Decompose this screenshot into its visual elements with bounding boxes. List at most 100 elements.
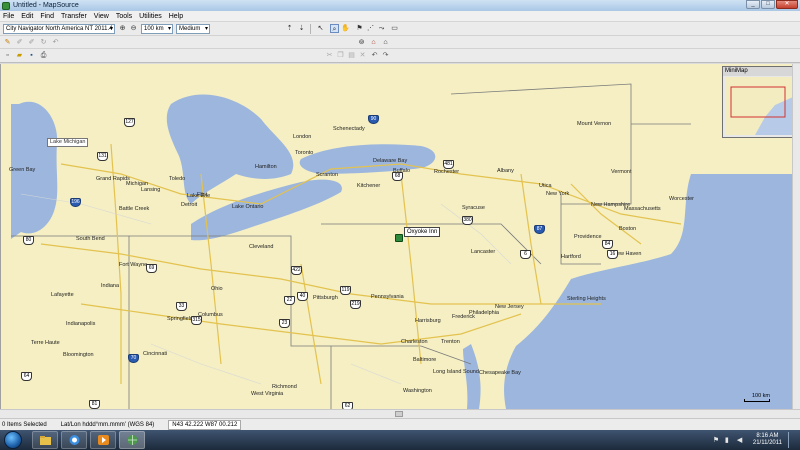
highway-shield: 62 <box>342 402 353 409</box>
redo-icon[interactable]: ↷ <box>381 51 390 60</box>
open-folder-icon[interactable]: ▰ <box>15 51 24 60</box>
place-label: Albany <box>497 168 514 174</box>
draw-icon[interactable]: ✐ <box>15 38 24 47</box>
minimize-button[interactable]: _ <box>746 0 760 9</box>
vertical-scrollbar[interactable] <box>792 64 800 409</box>
erase-icon[interactable]: ✐ <box>27 38 36 47</box>
print-icon[interactable]: ⎙ <box>39 51 48 60</box>
receive-from-device-icon[interactable]: ⇣ <box>297 24 306 33</box>
binoculars-icon[interactable]: ⊚ <box>357 38 366 47</box>
highway-shield: 422 <box>291 266 302 275</box>
highway-shield: 22 <box>284 296 295 305</box>
undo-icon[interactable]: ↶ <box>370 51 379 60</box>
menu-file[interactable]: File <box>3 13 14 20</box>
show-desktop-button[interactable] <box>788 432 794 448</box>
folder-icon <box>40 436 51 445</box>
menu-transfer[interactable]: Transfer <box>61 13 87 20</box>
zoom-in-icon[interactable]: ⊕ <box>118 24 127 33</box>
media-player-taskbar-button[interactable] <box>90 431 116 449</box>
highway-shield: 6 <box>520 250 531 259</box>
clock-date: 21/11/2011 <box>752 440 782 446</box>
place-label: Sterling Heights <box>567 296 606 302</box>
mapsource-taskbar-button[interactable] <box>119 431 145 449</box>
window-title: Untitled - MapSource <box>13 2 79 9</box>
paste-icon[interactable]: ▤ <box>347 51 356 60</box>
rotate-icon[interactable]: ↻ <box>39 38 48 47</box>
map-view[interactable]: Lake Michigan Green Bay Grand Rapids Mic… <box>0 64 800 409</box>
menu-find[interactable]: Find <box>40 13 54 20</box>
items-selected-status: 0 Items Selected <box>2 421 47 428</box>
map-product-select[interactable]: City Navigator North America NT 2011.4 ▾ <box>3 24 115 34</box>
highway-shield: 69 <box>146 264 157 273</box>
place-label: Battle Creek <box>119 206 150 212</box>
internet-explorer-taskbar-button[interactable] <box>61 431 87 449</box>
find-places-icon[interactable]: ⌂ <box>381 38 390 47</box>
zoom-scale-select[interactable]: 100 km ▾ <box>141 24 173 34</box>
scrollbar-thumb[interactable] <box>395 411 403 417</box>
detail-level-select[interactable]: Medium ▾ <box>176 24 210 34</box>
highway-shield: 219 <box>350 300 361 309</box>
undo-history-icon[interactable]: ↶ <box>51 38 60 47</box>
place-label: Massachusetts <box>624 206 661 212</box>
map-set-icon[interactable]: ✎ <box>3 38 12 47</box>
highway-shield: 23 <box>279 319 290 328</box>
minimap-panel[interactable]: MiniMap <box>722 66 796 138</box>
copy-icon[interactable]: ❐ <box>336 51 345 60</box>
place-label: West Virginia <box>251 391 284 397</box>
save-icon[interactable]: ▪ <box>27 51 36 60</box>
new-file-icon[interactable]: ▫ <box>3 51 12 60</box>
place-label: Lansing <box>141 187 161 193</box>
track-tool-icon[interactable]: ⤳ <box>377 24 386 33</box>
menu-tools[interactable]: Tools <box>116 13 132 20</box>
waypoint-label[interactable]: Oxyoke Inn <box>404 227 441 237</box>
place-label: Richmond <box>272 384 297 390</box>
menu-edit[interactable]: Edit <box>21 13 33 20</box>
close-button[interactable]: ✕ <box>776 0 798 9</box>
place-label: London <box>293 134 312 140</box>
place-label: Kitchener <box>357 183 381 189</box>
menu-help[interactable]: Help <box>169 13 183 20</box>
zoom-scale-value: 100 km <box>144 26 164 32</box>
map-product-value: City Navigator North America NT 2011.4 <box>6 26 113 32</box>
place-label: New Jersey <box>495 304 524 310</box>
maximize-button[interactable]: □ <box>761 0 775 9</box>
clock[interactable]: 8:16 AM 21/11/2011 <box>753 433 782 447</box>
delete-icon[interactable]: ✕ <box>358 51 367 60</box>
menu-view[interactable]: View <box>94 13 109 20</box>
minimap-preview[interactable] <box>725 77 793 135</box>
start-button-icon[interactable] <box>4 431 22 449</box>
globe-icon <box>127 435 138 445</box>
menu-utilities[interactable]: Utilities <box>139 13 162 20</box>
system-tray: ⚑ ▮ ◀ 8:16 AM 21/11/2011 <box>713 432 794 448</box>
zoom-out-icon[interactable]: ⊖ <box>129 24 138 33</box>
horizontal-scrollbar[interactable] <box>0 409 800 418</box>
interstate-shield: 70 <box>128 354 139 363</box>
waypoint-flag-icon[interactable] <box>395 234 403 242</box>
minimap-land <box>725 77 793 135</box>
place-label: Mount Vernon <box>577 121 612 127</box>
coordinate-format-status: Lat/Lon hddd°mm.mmm' (WGS 84) <box>60 421 155 428</box>
waypoint-tool-icon[interactable]: ⚑ <box>355 24 364 33</box>
media-player-icon <box>98 435 109 445</box>
hand-tool-icon[interactable]: ✋ <box>341 24 350 33</box>
highway-shield: 16 <box>607 250 618 259</box>
find-nearest-icon[interactable]: ⌂ <box>369 38 378 47</box>
route-tool-icon[interactable]: ⋰ <box>366 24 375 33</box>
send-to-device-icon[interactable]: ⇡ <box>285 24 294 33</box>
place-label: Chesapeake Bay <box>479 370 521 376</box>
interstate-shield: 196 <box>70 198 81 207</box>
file-toolbar: ▫ ▰ ▪ ⎙ ✂ ❐ ▤ ✕ ↶ ↷ <box>0 49 800 63</box>
chevron-down-icon: ▾ <box>167 26 171 32</box>
place-label: Flint <box>197 192 208 198</box>
zoom-tool-icon[interactable]: ⌕ <box>330 24 339 33</box>
mapsource-app-icon <box>2 1 10 10</box>
flag-icon[interactable]: ⚑ <box>713 437 720 444</box>
cut-icon[interactable]: ✂ <box>325 51 334 60</box>
measure-tool-icon[interactable]: ▭ <box>390 24 399 33</box>
network-icon[interactable]: ▮ <box>725 437 732 444</box>
selection-tool-icon[interactable]: ↖ <box>316 24 325 33</box>
toolbar-divider <box>310 24 311 34</box>
highway-shield: 481 <box>443 160 454 169</box>
volume-icon[interactable]: ◀ <box>737 437 744 444</box>
explorer-taskbar-button[interactable] <box>32 431 58 449</box>
